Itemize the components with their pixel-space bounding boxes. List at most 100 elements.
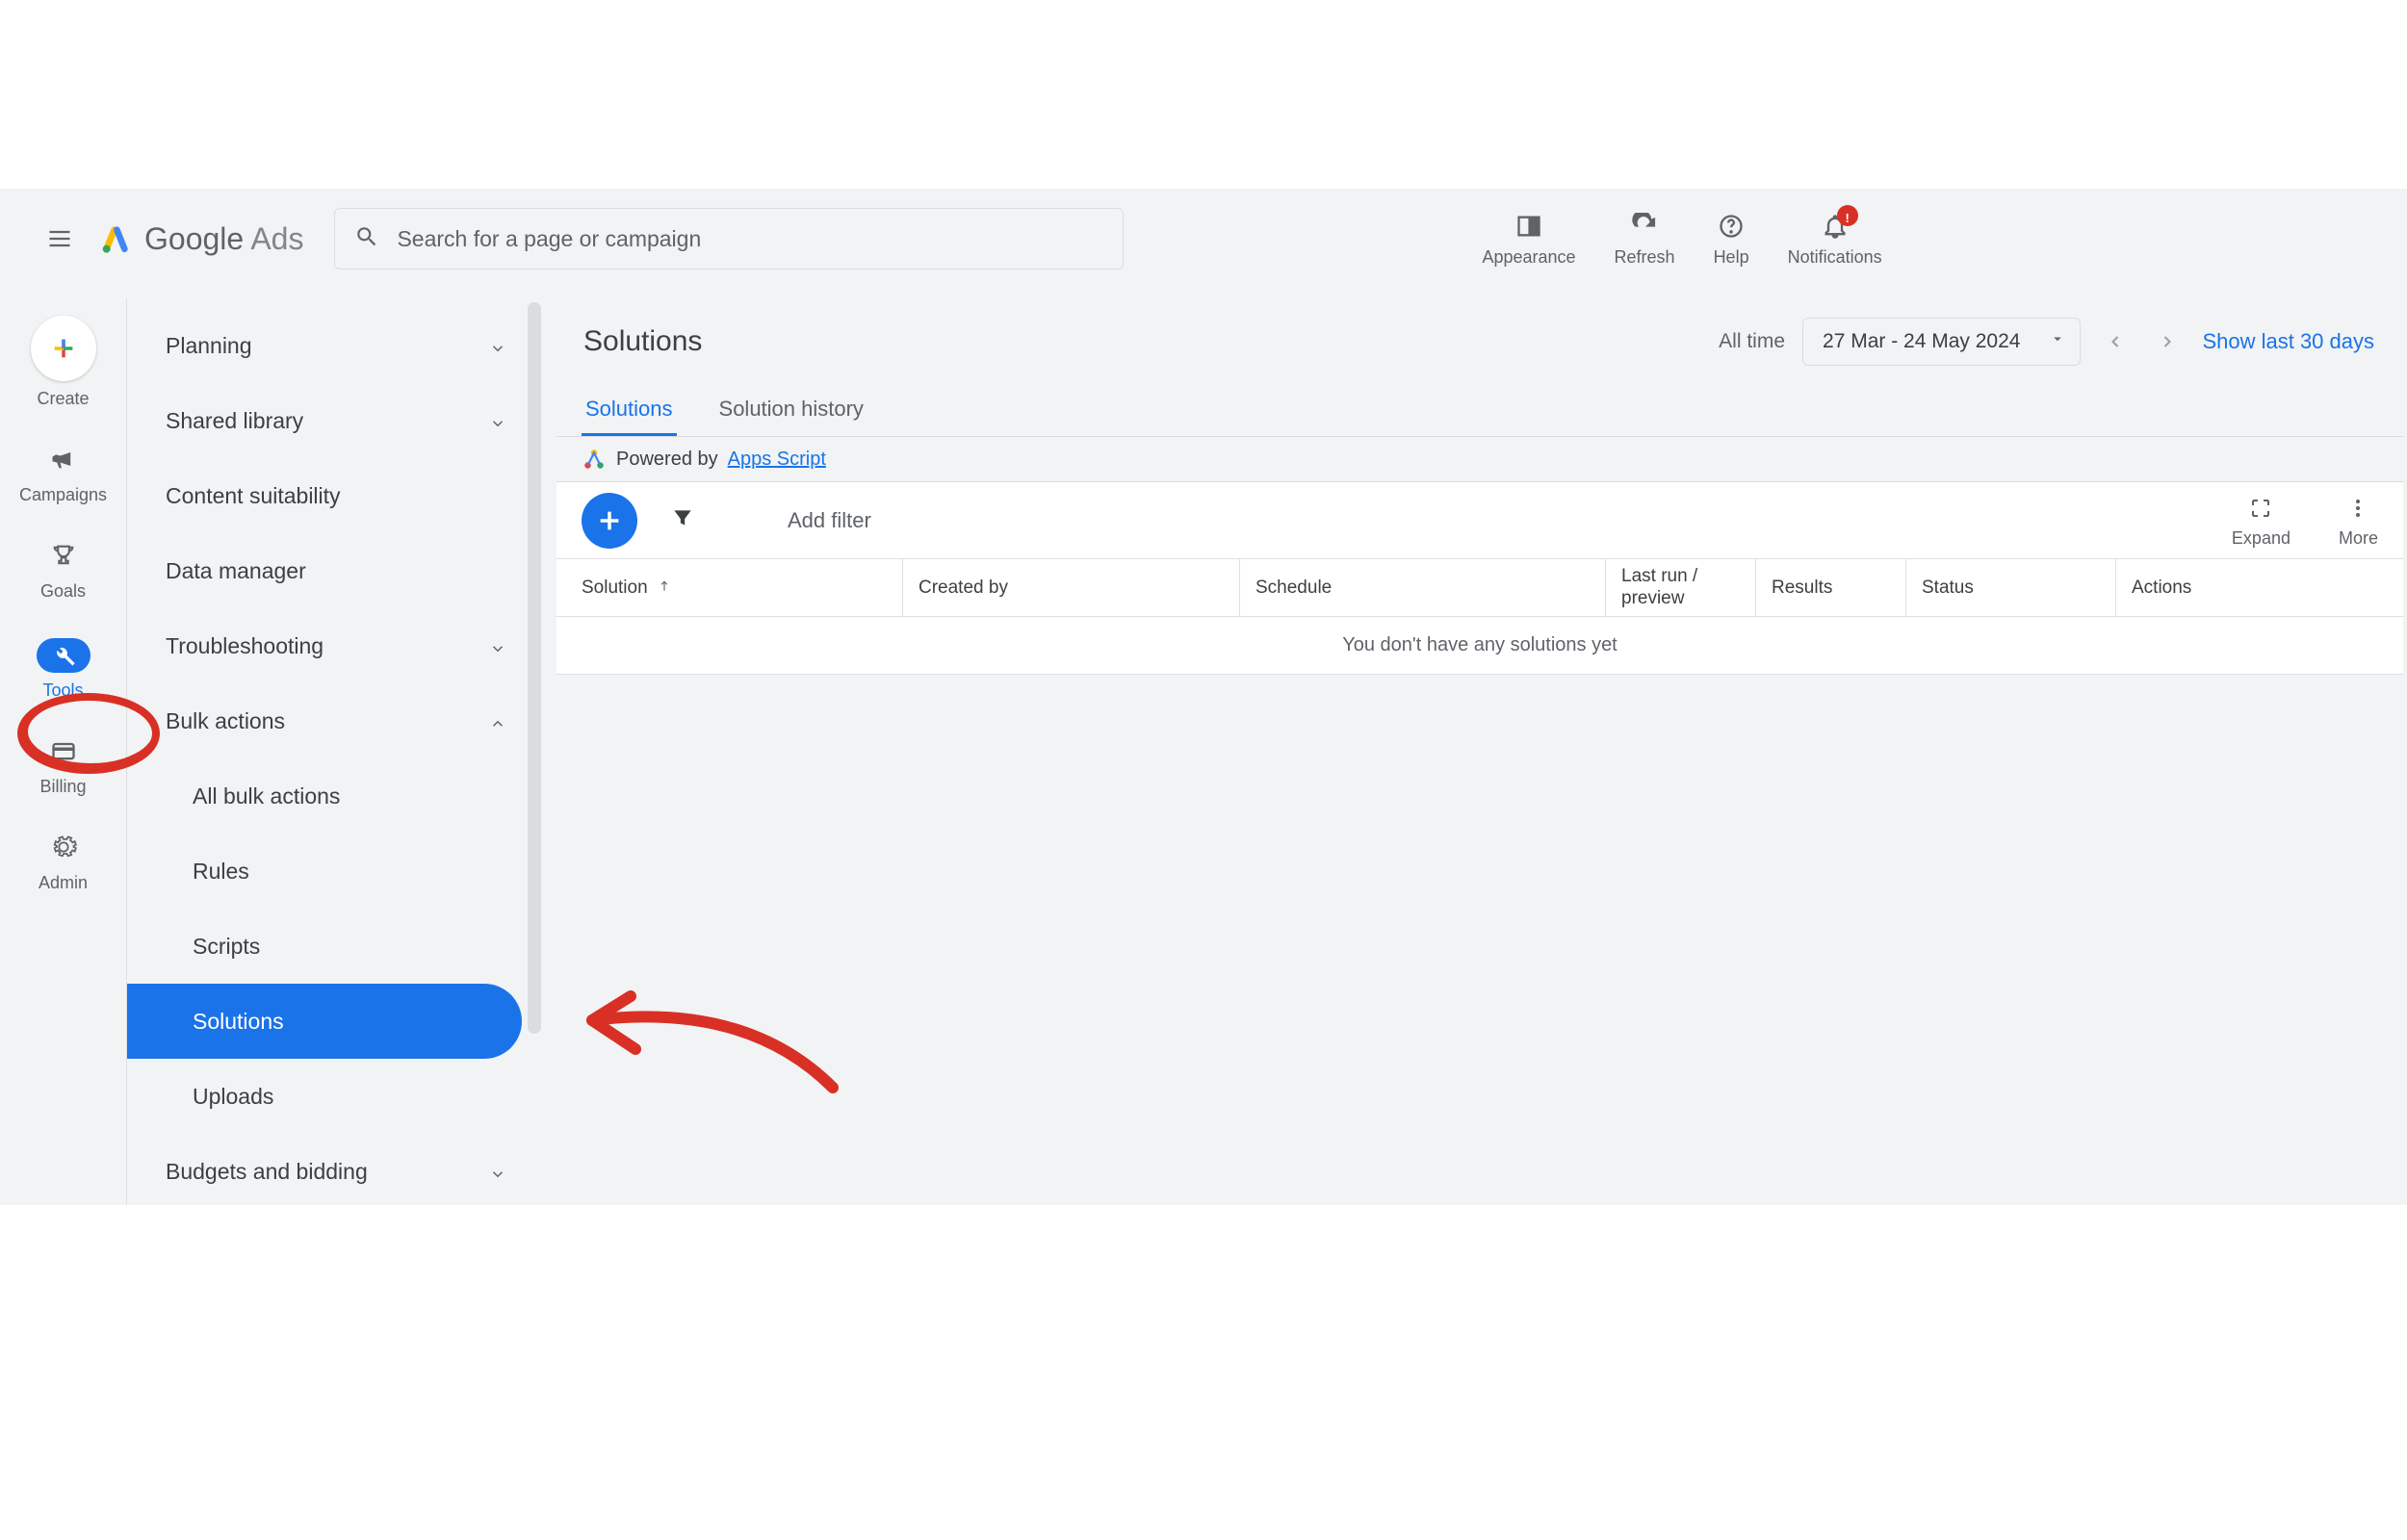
chevron-up-icon bbox=[489, 712, 506, 730]
tabs: Solutions Solution history bbox=[556, 377, 2403, 437]
sidebar-rules-label: Rules bbox=[193, 859, 249, 885]
hamburger-menu-icon[interactable] bbox=[46, 225, 73, 252]
date-range-label: All time bbox=[1719, 330, 1785, 353]
refresh-icon bbox=[1631, 211, 1658, 242]
search-input[interactable] bbox=[397, 226, 1103, 252]
sidebar-uploads-label: Uploads bbox=[193, 1084, 273, 1110]
rail-billing-label: Billing bbox=[39, 777, 86, 797]
col-schedule[interactable]: Schedule bbox=[1240, 559, 1606, 616]
chevron-down-icon bbox=[489, 1163, 506, 1180]
sidebar-all-bulk-actions[interactable]: All bulk actions bbox=[127, 758, 531, 834]
left-rail: Create Campaigns Goals Tools Billing Adm… bbox=[0, 298, 127, 1205]
refresh-label: Refresh bbox=[1615, 247, 1675, 268]
notification-badge: ! bbox=[1837, 205, 1858, 226]
date-prev-button[interactable] bbox=[2098, 324, 2133, 359]
plus-icon bbox=[31, 316, 96, 381]
sidebar-solutions-label: Solutions bbox=[193, 1009, 284, 1035]
sidebar-budgets-bidding-label: Budgets and bidding bbox=[166, 1159, 368, 1185]
sidebar-troubleshooting[interactable]: Troubleshooting bbox=[127, 608, 531, 683]
appearance-button[interactable]: Appearance bbox=[1482, 211, 1575, 268]
col-last-run[interactable]: Last run / preview bbox=[1606, 559, 1756, 616]
sidebar-solutions[interactable]: Solutions bbox=[127, 984, 522, 1059]
rail-create-label: Create bbox=[37, 389, 89, 409]
toolbar: Add filter Expand More bbox=[556, 482, 2403, 559]
rail-campaigns-label: Campaigns bbox=[19, 485, 107, 505]
refresh-button[interactable]: Refresh bbox=[1615, 211, 1675, 268]
appearance-icon bbox=[1515, 211, 1542, 242]
help-button[interactable]: Help bbox=[1714, 211, 1749, 268]
sidebar-content-suitability[interactable]: Content suitability bbox=[127, 458, 531, 533]
more-vert-icon bbox=[2346, 497, 2369, 525]
sidebar-data-manager[interactable]: Data manager bbox=[127, 533, 531, 608]
sidebar-scripts[interactable]: Scripts bbox=[127, 909, 531, 984]
sidebar-uploads[interactable]: Uploads bbox=[127, 1059, 531, 1134]
chevron-down-icon bbox=[489, 637, 506, 654]
search-box[interactable] bbox=[334, 208, 1124, 270]
col-created-by[interactable]: Created by bbox=[903, 559, 1240, 616]
tools-icon bbox=[37, 638, 91, 673]
col-solution[interactable]: Solution bbox=[556, 559, 903, 616]
apps-script-link[interactable]: Apps Script bbox=[728, 449, 826, 471]
show-last-30-days-link[interactable]: Show last 30 days bbox=[2202, 329, 2374, 354]
apps-script-icon bbox=[582, 447, 607, 472]
powered-by-text: Powered by bbox=[616, 449, 718, 471]
scrollbar-thumb[interactable] bbox=[528, 302, 541, 1034]
rail-admin[interactable]: Admin bbox=[39, 834, 88, 893]
sidebar-content-suitability-label: Content suitability bbox=[166, 483, 341, 509]
chevron-down-icon bbox=[489, 412, 506, 429]
sidebar-all-bulk-actions-label: All bulk actions bbox=[193, 783, 340, 809]
date-range-value: 27 Mar - 24 May 2024 bbox=[1823, 330, 2020, 353]
search-icon bbox=[354, 224, 379, 254]
expand-button[interactable]: Expand bbox=[2232, 493, 2291, 549]
notifications-label: Notifications bbox=[1788, 247, 1882, 268]
sidebar-troubleshooting-label: Troubleshooting bbox=[166, 633, 324, 659]
rail-admin-label: Admin bbox=[39, 873, 88, 893]
tab-solution-history[interactable]: Solution history bbox=[715, 385, 867, 436]
page-title: Solutions bbox=[583, 325, 702, 358]
expand-label: Expand bbox=[2232, 528, 2291, 549]
rail-goals[interactable]: Goals bbox=[40, 542, 86, 602]
rail-tools[interactable]: Tools bbox=[37, 638, 91, 701]
rail-goals-label: Goals bbox=[40, 581, 86, 602]
card-icon bbox=[50, 737, 77, 769]
trophy-icon bbox=[50, 542, 77, 574]
rail-tools-label: Tools bbox=[42, 680, 83, 701]
col-results[interactable]: Results bbox=[1756, 559, 1906, 616]
sidebar: Planning Shared library Content suitabil… bbox=[127, 298, 531, 1205]
sidebar-planning[interactable]: Planning bbox=[127, 308, 531, 383]
rail-create[interactable]: Create bbox=[31, 316, 96, 409]
more-button[interactable]: More bbox=[2339, 493, 2378, 549]
col-status[interactable]: Status bbox=[1906, 559, 2116, 616]
logo-text: Google Ads bbox=[144, 221, 303, 257]
google-ads-logo-icon bbox=[100, 223, 131, 254]
expand-icon bbox=[2249, 497, 2272, 525]
dropdown-icon bbox=[2049, 330, 2066, 353]
sidebar-rules[interactable]: Rules bbox=[127, 834, 531, 909]
sidebar-shared-library[interactable]: Shared library bbox=[127, 383, 531, 458]
table-header: Solution Created by Schedule Last run / … bbox=[556, 559, 2403, 617]
top-actions: Appearance Refresh Help ! Notifications bbox=[1482, 211, 1881, 268]
date-range-picker[interactable]: 27 Mar - 24 May 2024 bbox=[1802, 318, 2081, 366]
chevron-down-icon bbox=[489, 337, 506, 354]
add-filter-button[interactable]: Add filter bbox=[788, 508, 871, 533]
add-solution-button[interactable] bbox=[582, 493, 637, 549]
help-icon bbox=[1718, 211, 1745, 242]
col-solution-label: Solution bbox=[582, 578, 648, 599]
appearance-label: Appearance bbox=[1482, 247, 1575, 268]
notifications-button[interactable]: ! Notifications bbox=[1788, 211, 1882, 268]
date-next-button[interactable] bbox=[2150, 324, 2185, 359]
sidebar-budgets-bidding[interactable]: Budgets and bidding bbox=[127, 1134, 531, 1205]
rail-billing[interactable]: Billing bbox=[39, 737, 86, 797]
filter-icon[interactable] bbox=[670, 505, 695, 535]
empty-state: You don't have any solutions yet bbox=[556, 617, 2403, 675]
col-actions[interactable]: Actions bbox=[2116, 559, 2403, 616]
tab-solutions[interactable]: Solutions bbox=[582, 385, 677, 436]
powered-by: Powered by Apps Script bbox=[556, 437, 2403, 482]
sidebar-bulk-actions-label: Bulk actions bbox=[166, 708, 285, 734]
sidebar-bulk-actions[interactable]: Bulk actions bbox=[127, 683, 531, 758]
rail-campaigns[interactable]: Campaigns bbox=[19, 446, 107, 505]
sidebar-scripts-label: Scripts bbox=[193, 934, 260, 960]
notifications-icon: ! bbox=[1822, 211, 1849, 242]
more-label: More bbox=[2339, 528, 2378, 549]
logo[interactable]: Google Ads bbox=[100, 221, 303, 257]
